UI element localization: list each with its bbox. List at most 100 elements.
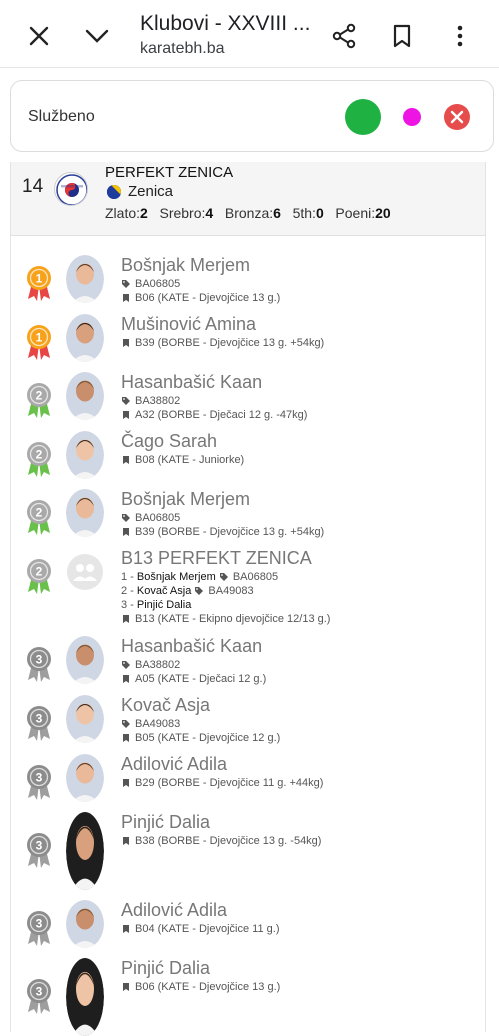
competitor-id: BA06805 xyxy=(135,512,181,524)
competitor-id: BA06805 xyxy=(135,278,181,290)
club-city: Zenica xyxy=(128,183,174,200)
competitor-name: Adilović Adila xyxy=(121,900,228,920)
category-text: B08 (KATE - Juniorke) xyxy=(135,454,245,466)
avatar xyxy=(66,314,104,362)
medal-icon: 3 xyxy=(24,644,54,684)
id-line: BA06805 xyxy=(121,512,180,524)
competitor-name: Pinjić Dalia xyxy=(121,812,211,832)
medal-icon: 3 xyxy=(24,762,54,802)
team-member: 1 - Bošnjak Merjem BA06805 xyxy=(121,571,278,583)
medal-icon: 2 xyxy=(24,380,54,420)
club-logo xyxy=(54,172,88,206)
fifth-count: 0 xyxy=(315,205,324,221)
category-line: B13 (KATE - Ekipno djevojčice 12/13 g.) xyxy=(121,613,330,625)
competitor-name: Bošnjak Merjem xyxy=(121,255,251,275)
avatar xyxy=(66,754,104,802)
more-vert-icon[interactable] xyxy=(442,18,478,54)
competitor-name: Hasanbašić Kaan xyxy=(121,636,263,656)
competitor-name: Pinjić Dalia xyxy=(121,958,211,978)
member-number: 1 - xyxy=(121,571,134,583)
magenta-filter-button[interactable] xyxy=(403,108,421,126)
category-text: A32 (BORBE - Dječaci 12 g. -47kg) xyxy=(135,409,308,421)
list-item[interactable]: 2 B13 PERFEKT ZENICA 1 - Bošnjak Merjem BA… xyxy=(11,548,485,625)
id-line: BA38802 xyxy=(121,659,180,671)
club-header[interactable]: 14 PERFEKT ZENICA Zenica Zlato:2 Srebro:… xyxy=(11,162,485,236)
page-url: karatebh.ba xyxy=(140,40,225,57)
avatar xyxy=(66,548,104,596)
browser-top-bar: Klubovi - XXVIII ... karatebh.ba xyxy=(0,0,499,68)
competitor-name: Mušinović Amina xyxy=(121,314,257,334)
svg-text:3: 3 xyxy=(36,712,43,726)
page-title: Klubovi - XXVIII ... xyxy=(140,12,311,35)
category-line: B38 (BORBE - Djevojčice 13 g. -54kg) xyxy=(121,835,321,847)
category-text: A05 (KATE - Dječaci 12 g.) xyxy=(135,673,267,685)
list-item[interactable]: 3 Adilović Adila B29 (BORBE - Djevojčice 1… xyxy=(11,754,485,810)
silver-count: 4 xyxy=(205,205,214,221)
avatar xyxy=(66,372,104,420)
list-item[interactable]: 3 Pinjić Dalia B06 (KATE - Djevojčice 13 g… xyxy=(11,958,485,1036)
list-item[interactable]: 2 Hasanbašić Kaan BA38802 A32 (BORBE - Dječ… xyxy=(11,372,485,428)
avatar xyxy=(66,695,104,743)
club-name: PERFEKT ZENICA xyxy=(105,164,234,181)
share-icon[interactable] xyxy=(326,18,362,54)
svg-text:3: 3 xyxy=(36,917,43,931)
gold-count: 2 xyxy=(140,205,148,221)
svg-text:1: 1 xyxy=(36,331,43,345)
category-line: A32 (BORBE - Dječaci 12 g. -47kg) xyxy=(121,409,307,421)
green-filter-button[interactable] xyxy=(345,99,381,135)
competitor-name: Čago Sarah xyxy=(121,431,218,451)
bookmark-icon[interactable] xyxy=(384,18,420,54)
avatar xyxy=(66,255,104,303)
category-line: B04 (KATE - Djevojčice 11 g.) xyxy=(121,923,279,935)
category-text: B39 (BORBE - Djevojčice 13 g. +54kg) xyxy=(135,337,325,349)
competitor-name: Adilović Adila xyxy=(121,754,228,774)
medal-icon: 2 xyxy=(24,556,54,596)
member-name: Bošnjak Merjem xyxy=(136,571,216,583)
list-item[interactable]: 3 Pinjić Dalia B38 (BORBE - Djevojčice 13 … xyxy=(11,812,485,890)
list-item[interactable]: 2 Bošnjak Merjem BA06805 B39 (BORBE - Djevo… xyxy=(11,489,485,545)
list-item[interactable]: 3 Kovač Asja BA49083 B05 (KATE - Djevojčice… xyxy=(11,695,485,751)
competitor-id: BA49083 xyxy=(135,718,181,730)
svg-text:3: 3 xyxy=(36,653,43,667)
svg-text:3: 3 xyxy=(36,771,43,785)
category-text: B06 (KATE - Djevojčice 13 g.) xyxy=(135,292,281,304)
member-number: 2 - xyxy=(121,585,134,597)
member-id: BA06805 xyxy=(232,571,279,583)
medal-icon: 3 xyxy=(24,976,54,1016)
id-line: BA49083 xyxy=(121,718,180,730)
category-line: A05 (KATE - Dječaci 12 g.) xyxy=(121,673,266,685)
medal-icon: 3 xyxy=(24,908,54,948)
competitor-name: B13 PERFEKT ZENICA xyxy=(121,548,312,568)
id-line: BA38802 xyxy=(121,395,180,407)
chevron-down-icon[interactable] xyxy=(79,18,115,54)
svg-text:2: 2 xyxy=(36,389,43,403)
list-item[interactable]: 1 Bošnjak Merjem BA06805 B06 (KATE - Djevoj… xyxy=(11,255,485,311)
close-icon[interactable] xyxy=(21,18,57,54)
category-line: B06 (KATE - Djevojčice 13 g.) xyxy=(121,292,280,304)
list-item[interactable]: 3 Hasanbašić Kaan BA38802 A05 (KATE - Dječa… xyxy=(11,636,485,692)
category-text: B13 (KATE - Ekipno djevojčice 12/13 g.) xyxy=(135,613,331,625)
list-item[interactable]: 2 Čago Sarah B08 (KATE - Juniorke) xyxy=(11,431,485,487)
competitor-name: Hasanbašić Kaan xyxy=(121,372,263,392)
category-line: B39 (BORBE - Djevojčice 13 g. +54kg) xyxy=(121,526,324,538)
filter-bar: Službeno xyxy=(10,80,494,152)
list-item[interactable]: 3 Adilović Adila B04 (KATE - Djevojčice 11… xyxy=(11,900,485,956)
category-line: B39 (BORBE - Djevojčice 13 g. +54kg) xyxy=(121,337,324,349)
svg-text:2: 2 xyxy=(36,448,43,462)
medal-icon: 1 xyxy=(24,263,54,303)
competitor-id: BA38802 xyxy=(135,659,181,671)
filter-label: Službeno xyxy=(28,108,95,125)
bronze-count: 6 xyxy=(273,205,281,221)
category-text: B05 (KATE - Djevojčice 12 g.) xyxy=(135,732,281,744)
category-text: B39 (BORBE - Djevojčice 13 g. +54kg) xyxy=(135,526,325,538)
category-text: B04 (KATE - Djevojčice 11 g.) xyxy=(135,923,280,935)
member-name: Kovač Asja xyxy=(136,585,192,597)
competitor-id: BA38802 xyxy=(135,395,181,407)
svg-text:2: 2 xyxy=(36,506,43,520)
clear-filter-button[interactable] xyxy=(444,104,470,130)
svg-text:3: 3 xyxy=(36,839,43,853)
flag-icon xyxy=(107,185,121,199)
list-item[interactable]: 1 Mušinović Amina B39 (BORBE - Djevojčice … xyxy=(11,314,485,370)
avatar xyxy=(66,431,104,479)
svg-text:2: 2 xyxy=(36,565,43,579)
